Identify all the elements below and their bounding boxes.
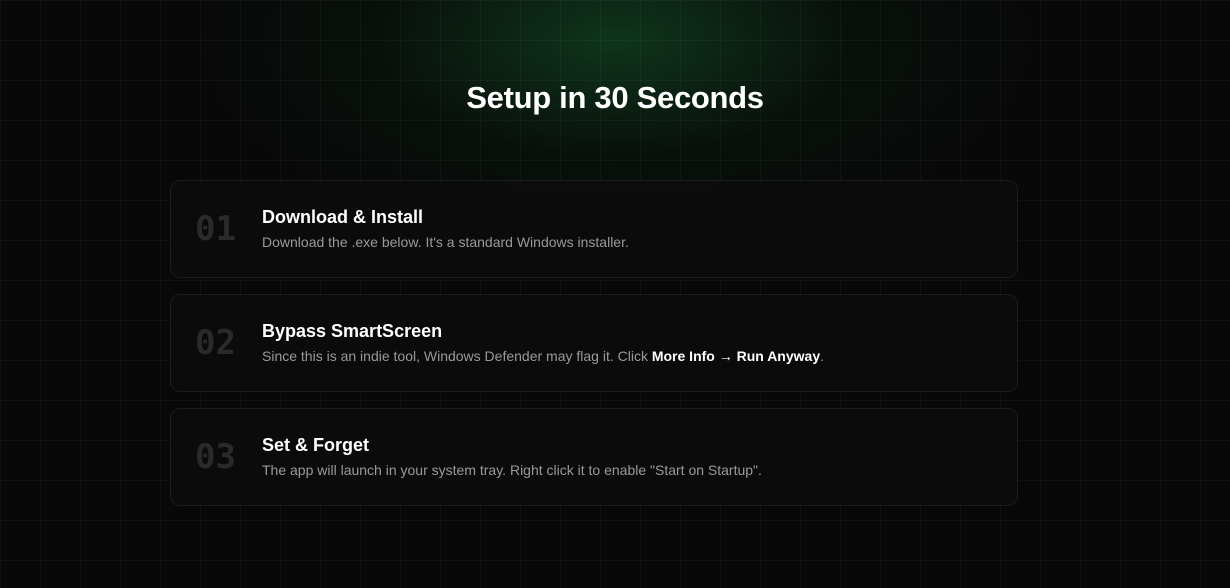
step-description-emphasis: More Info → Run Anyway xyxy=(651,348,821,364)
step-number: 03 xyxy=(195,437,236,477)
step-card-download: 01 Download & Install Download the .exe … xyxy=(170,180,1018,278)
setup-section: Setup in 30 Seconds 01 Download & Instal… xyxy=(0,0,1230,588)
step-title: Set & Forget xyxy=(262,435,370,455)
step-description: Since this is an indie tool, Windows Def… xyxy=(262,348,824,364)
section-title: Setup in 30 Seconds xyxy=(466,80,764,115)
step-card-set-forget: 03 Set & Forget The app will launch in y… xyxy=(170,408,1018,506)
step-description-suffix: . xyxy=(820,348,825,364)
step-number: 01 xyxy=(195,209,236,249)
step-number: 02 xyxy=(195,323,236,363)
step-title: Bypass SmartScreen xyxy=(262,321,443,341)
steps-list: 01 Download & Install Download the .exe … xyxy=(170,180,1018,522)
step-description: Download the .exe below. It's a standard… xyxy=(262,234,629,250)
step-title: Download & Install xyxy=(262,207,424,227)
step-card-smartscreen: 02 Bypass SmartScreen Since this is an i… xyxy=(170,294,1018,392)
step-description-prefix: Since this is an indie tool, Windows Def… xyxy=(262,348,652,364)
step-description: The app will launch in your system tray.… xyxy=(262,462,762,478)
